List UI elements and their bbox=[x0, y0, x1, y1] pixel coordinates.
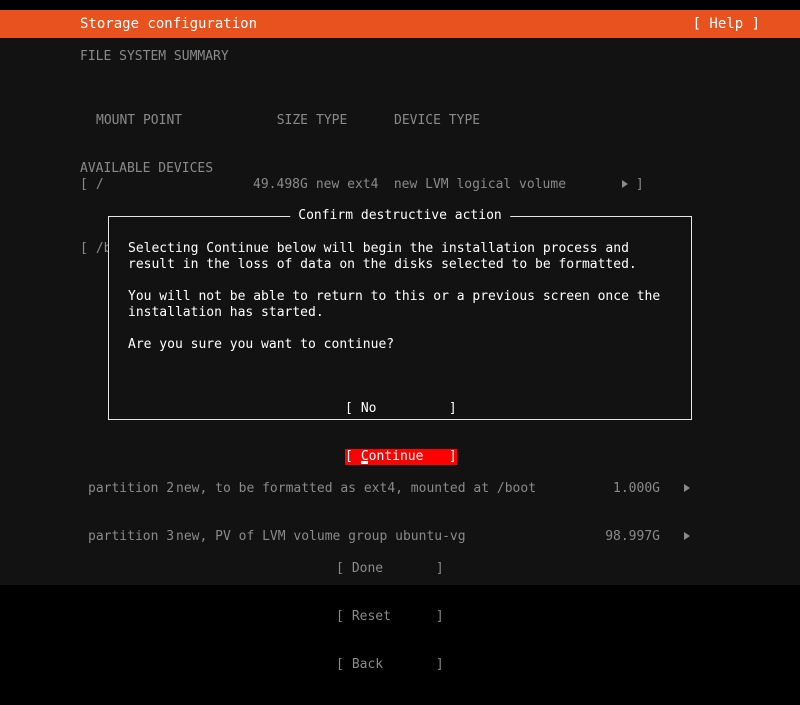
column-header-type: TYPE bbox=[316, 113, 348, 128]
right-triangle-icon[interactable] bbox=[660, 529, 690, 545]
column-header-mount-point: MOUNT POINT bbox=[96, 113, 183, 128]
partition-size: 98.997G bbox=[605, 529, 660, 544]
continue-button-label: Continue bbox=[360, 449, 449, 465]
bracket-close: ] bbox=[448, 449, 457, 464]
dialog-paragraph-3: Are you sure you want to continue? bbox=[128, 337, 395, 352]
dialog-body: Selecting Continue below will begin the … bbox=[128, 241, 676, 369]
bracket-open: [ bbox=[345, 401, 353, 416]
back-button-label: Back bbox=[351, 657, 384, 672]
back-button[interactable]: [ Back] bbox=[336, 657, 444, 673]
row-bracket-open: [ bbox=[80, 177, 88, 192]
table-header-row: MOUNT POINT SIZE TYPE DEVICE TYPE bbox=[80, 113, 644, 129]
bracket-close: ] bbox=[435, 609, 444, 624]
dialog-paragraph-2: You will not be able to return to this o… bbox=[128, 289, 661, 320]
footer-actions: [ Done] [ Reset] [ Back] bbox=[336, 529, 444, 705]
table-row[interactable]: [ / 49.498G new ext4 new LVM logical volume] bbox=[80, 177, 644, 193]
bracket-open: [ bbox=[336, 657, 344, 672]
terminal-screen: Storage configuration [ Help ] FILE SYST… bbox=[0, 0, 800, 672]
letterbox-top bbox=[0, 0, 800, 10]
partition-name: partition 3 bbox=[88, 529, 175, 544]
bracket-close: ] bbox=[448, 401, 457, 416]
right-triangle-icon[interactable] bbox=[621, 177, 636, 193]
dialog-title: Confirm destructive action bbox=[290, 208, 510, 224]
column-header-size: SIZE bbox=[276, 113, 308, 128]
no-button[interactable]: [ No] bbox=[345, 401, 457, 417]
bracket-open: [ bbox=[336, 609, 344, 624]
available-devices-heading: AVAILABLE DEVICES bbox=[80, 161, 214, 176]
bracket-close: ] bbox=[435, 657, 444, 672]
dialog-actions: [ No] [ Continue] bbox=[345, 369, 457, 497]
cell-type: new ext4 bbox=[315, 177, 379, 192]
page-title: Storage configuration bbox=[80, 16, 258, 32]
dialog-paragraph-1: Selecting Continue below will begin the … bbox=[128, 241, 637, 272]
cell-size: 49.498G bbox=[253, 177, 308, 192]
reset-button[interactable]: [ Reset] bbox=[336, 609, 444, 625]
continue-button[interactable]: [ Continue] bbox=[345, 449, 457, 465]
letterbox-bottom bbox=[0, 585, 800, 600]
reset-button-label: Reset bbox=[351, 609, 391, 624]
cell-mount-point: / bbox=[95, 177, 104, 192]
cell-device-type: new LVM logical volume bbox=[393, 177, 567, 192]
done-button-label: Done bbox=[351, 561, 384, 576]
partition-size: 1.000G bbox=[613, 481, 660, 496]
app-header-bar: Storage configuration [ Help ] bbox=[0, 10, 800, 38]
bracket-close: ] bbox=[435, 561, 444, 576]
partition-name: partition 2 bbox=[88, 481, 175, 496]
column-header-device-type: DEVICE TYPE bbox=[394, 113, 481, 128]
bracket-open: [ bbox=[336, 561, 344, 576]
row-bracket-open: [ bbox=[80, 241, 88, 256]
no-button-label: No bbox=[360, 401, 377, 416]
row-bracket-close: ] bbox=[635, 177, 644, 192]
done-button[interactable]: [ Done] bbox=[336, 561, 444, 577]
help-button[interactable]: [ Help ] bbox=[693, 16, 760, 33]
confirm-destructive-action-dialog: Confirm destructive action Selecting Con… bbox=[108, 208, 692, 465]
right-triangle-icon[interactable] bbox=[660, 481, 690, 497]
file-system-summary-heading: FILE SYSTEM SUMMARY bbox=[80, 49, 229, 64]
bracket-open: [ bbox=[345, 449, 353, 464]
